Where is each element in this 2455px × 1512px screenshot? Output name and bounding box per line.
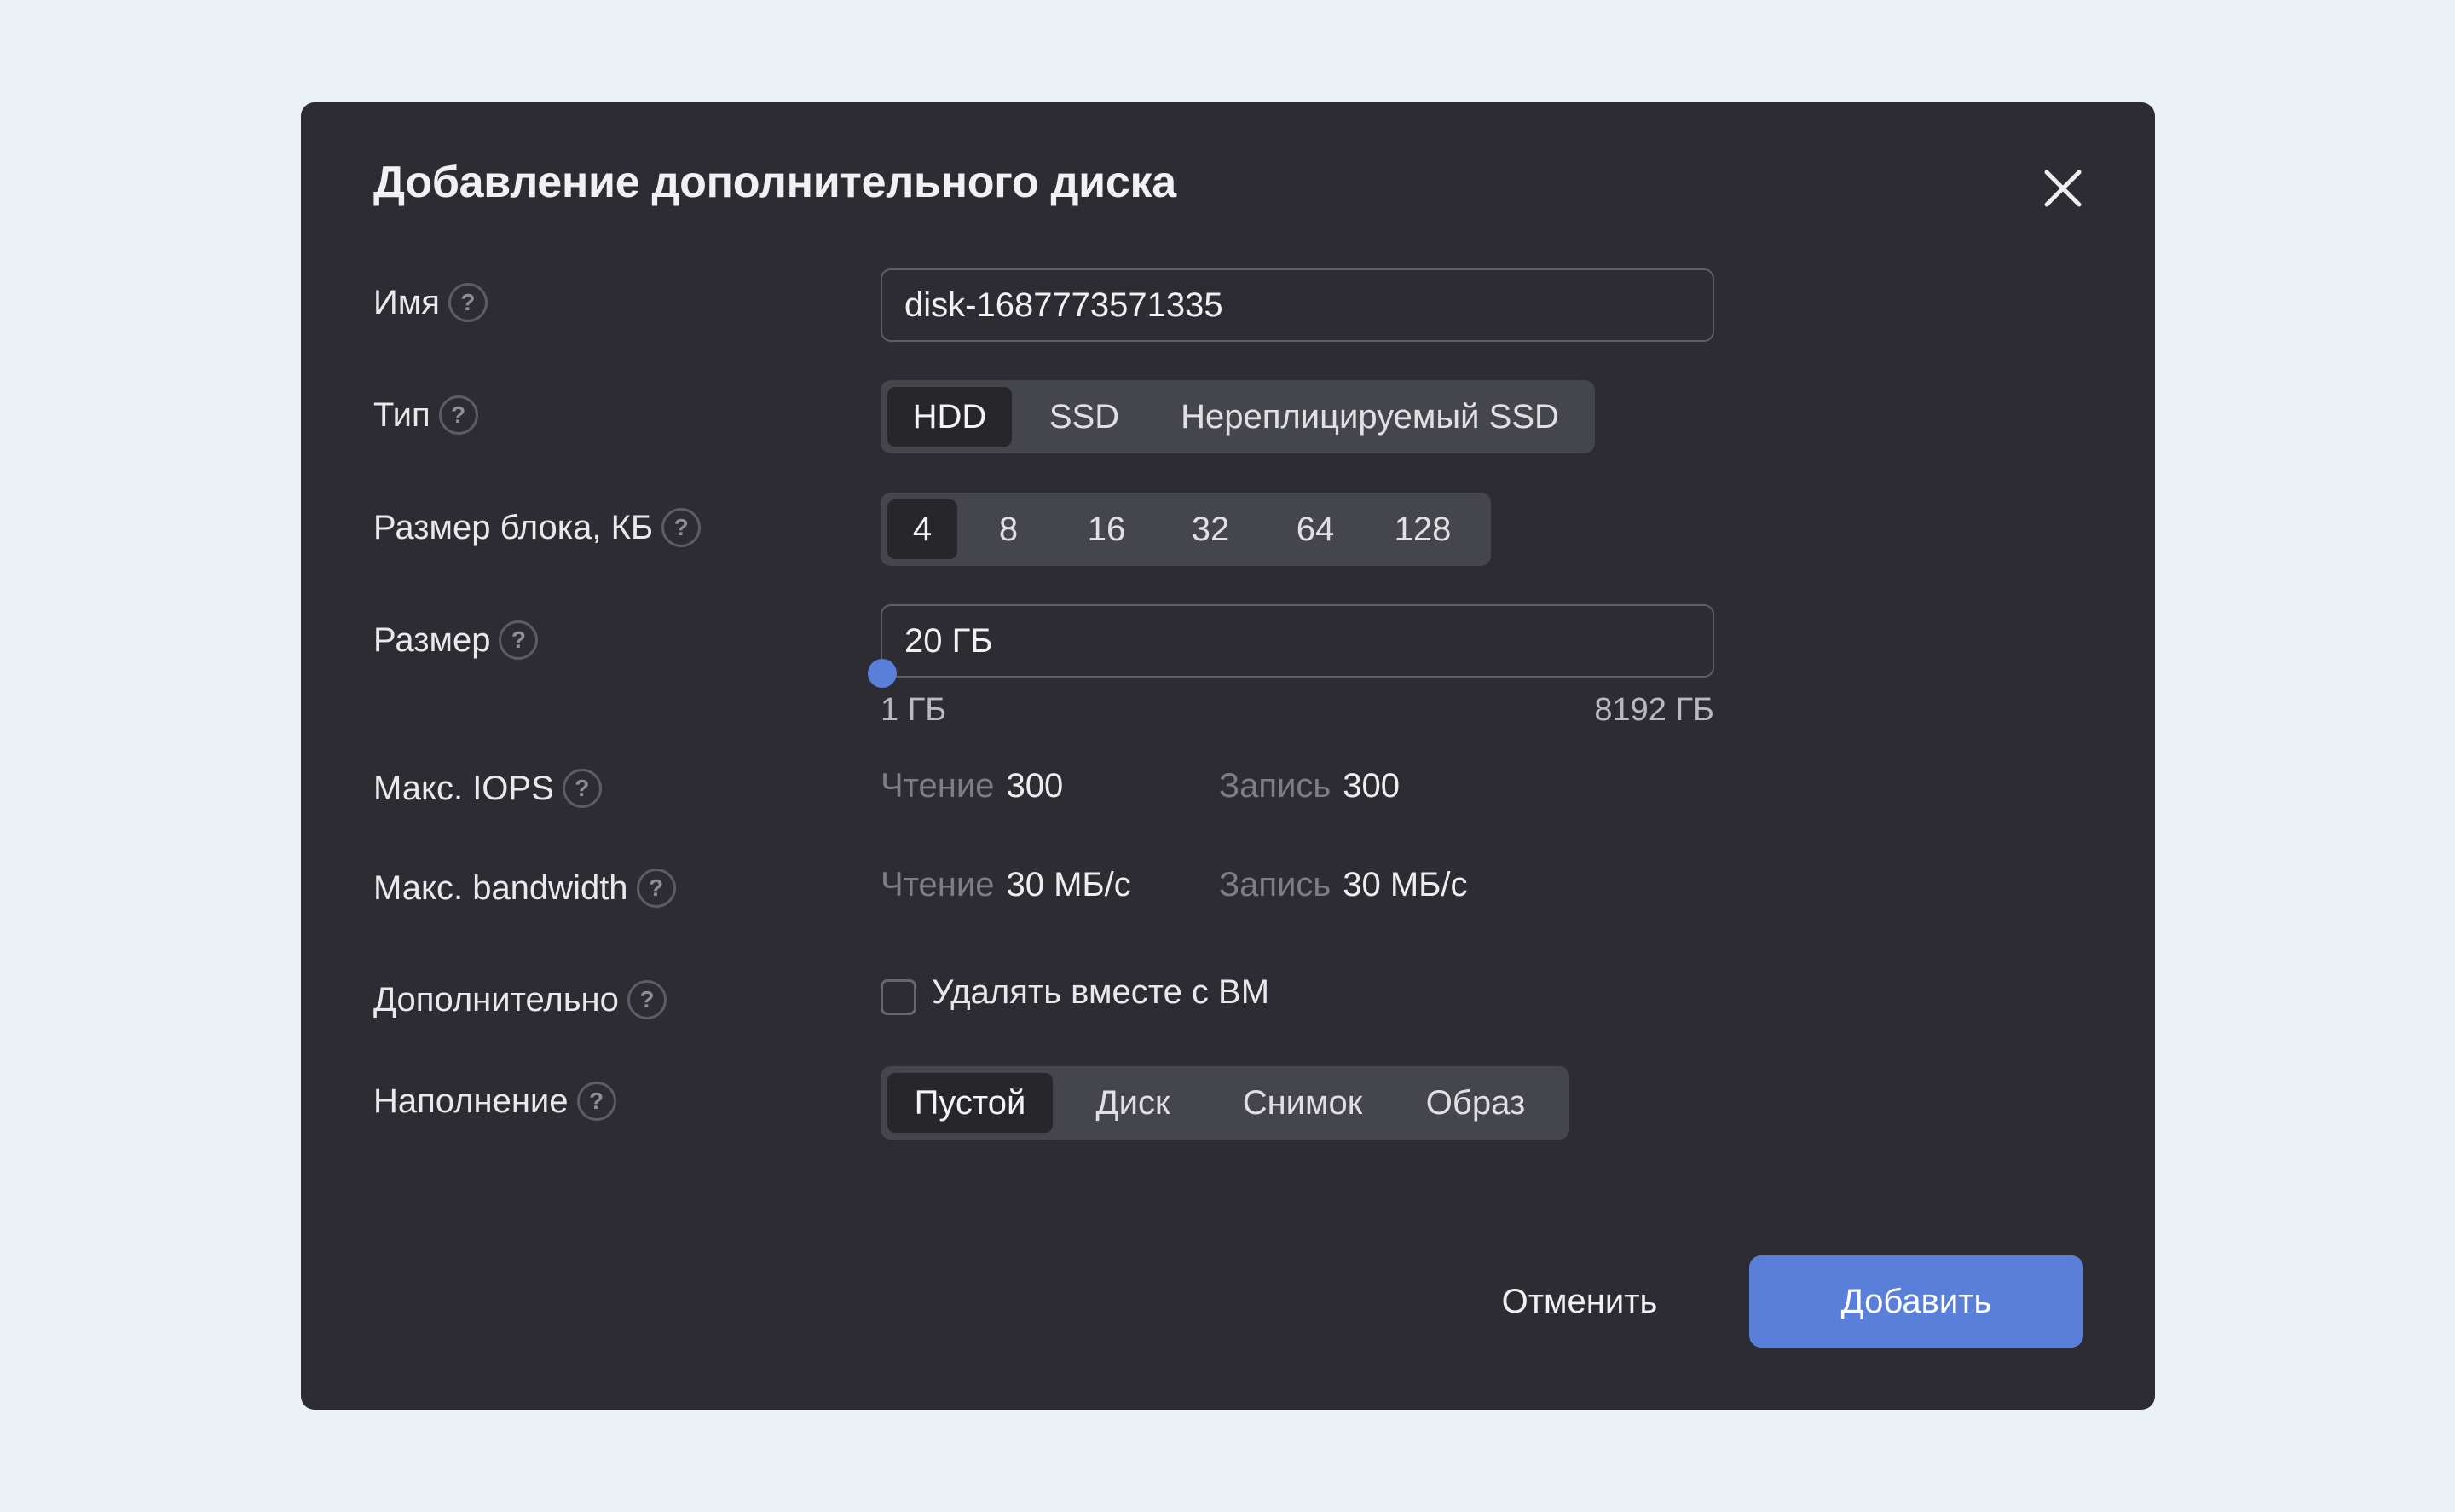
type-help-icon[interactable]: ? bbox=[438, 395, 478, 435]
bandwidth-read: Чтение 30 МБ/с bbox=[881, 866, 1131, 904]
add-disk-dialog: Добавление дополнительного диска Имя ? d… bbox=[301, 102, 2155, 1410]
size-label-row: Размер ? bbox=[373, 615, 539, 666]
block-size-option-128[interactable]: 128 bbox=[1363, 499, 1482, 559]
bandwidth-label: Макс. bandwidth bbox=[373, 869, 628, 907]
type-label-row: Тип ? bbox=[373, 390, 478, 441]
type-option-ssd[interactable]: SSD bbox=[1012, 387, 1157, 447]
name-label: Имя bbox=[373, 283, 440, 321]
add-button[interactable]: Добавить bbox=[1749, 1255, 2083, 1348]
fill-label: Наполнение bbox=[373, 1082, 569, 1120]
bandwidth-help-icon[interactable]: ? bbox=[636, 869, 676, 908]
size-input-value: 20 ГБ bbox=[904, 621, 993, 660]
size-help-icon[interactable]: ? bbox=[499, 620, 539, 660]
size-max-label: 8192 ГБ bbox=[1594, 692, 1714, 728]
bandwidth-write-label: Запись bbox=[1219, 866, 1331, 903]
bandwidth-read-label: Чтение bbox=[881, 866, 995, 903]
type-option-nonreplicated-ssd[interactable]: Нереплицируемый SSD bbox=[1157, 387, 1583, 447]
extra-help-icon[interactable]: ? bbox=[627, 980, 667, 1019]
size-input[interactable]: 20 ГБ bbox=[881, 604, 1714, 678]
iops-read-label: Чтение bbox=[881, 767, 995, 805]
block-size-segmented-control: 4 8 16 32 64 128 bbox=[881, 493, 1491, 566]
delete-with-vm-label[interactable]: Удалять вместе с ВМ bbox=[932, 973, 1269, 1012]
dialog-title: Добавление дополнительного диска bbox=[373, 158, 1176, 207]
fill-option-snapshot[interactable]: Снимок bbox=[1213, 1073, 1392, 1133]
fill-option-empty[interactable]: Пустой bbox=[887, 1073, 1053, 1133]
size-min-label: 1 ГБ bbox=[881, 692, 947, 728]
block-size-option-64[interactable]: 64 bbox=[1268, 499, 1363, 559]
type-label: Тип bbox=[373, 395, 430, 434]
iops-read: Чтение 300 bbox=[881, 767, 1063, 805]
iops-write: Запись 300 bbox=[1219, 767, 1400, 805]
bandwidth-label-row: Макс. bandwidth ? bbox=[373, 863, 676, 914]
block-size-label: Размер блока, КБ bbox=[373, 508, 654, 546]
bandwidth-write-value: 30 МБ/с bbox=[1343, 866, 1468, 903]
name-help-icon[interactable]: ? bbox=[448, 283, 488, 322]
iops-write-label: Запись bbox=[1219, 767, 1331, 805]
block-size-option-32[interactable]: 32 bbox=[1153, 499, 1268, 559]
extra-label: Дополнительно bbox=[373, 980, 619, 1019]
iops-read-value: 300 bbox=[1006, 767, 1064, 805]
size-label: Размер bbox=[373, 620, 491, 659]
block-size-option-8[interactable]: 8 bbox=[957, 499, 1060, 559]
type-option-hdd[interactable]: HDD bbox=[887, 387, 1012, 447]
iops-help-icon[interactable]: ? bbox=[562, 769, 602, 808]
block-size-option-4[interactable]: 4 bbox=[887, 499, 957, 559]
size-slider-handle[interactable] bbox=[868, 659, 897, 688]
fill-label-row: Наполнение ? bbox=[373, 1076, 616, 1127]
fill-option-disk[interactable]: Диск bbox=[1053, 1073, 1213, 1133]
block-size-help-icon[interactable]: ? bbox=[661, 508, 702, 547]
close-icon[interactable] bbox=[2038, 164, 2088, 213]
cancel-button[interactable]: Отменить bbox=[1452, 1255, 1707, 1348]
bandwidth-write: Запись 30 МБ/с bbox=[1219, 866, 1468, 904]
delete-with-vm-checkbox[interactable] bbox=[881, 979, 916, 1015]
iops-label: Макс. IOPS bbox=[373, 769, 554, 807]
fill-option-image[interactable]: Образ bbox=[1392, 1073, 1559, 1133]
block-size-option-16[interactable]: 16 bbox=[1060, 499, 1153, 559]
fill-help-icon[interactable]: ? bbox=[576, 1082, 616, 1121]
block-size-label-row: Размер блока, КБ ? bbox=[373, 502, 702, 553]
fill-segmented-control: Пустой Диск Снимок Образ bbox=[881, 1066, 1569, 1140]
extra-label-row: Дополнительно ? bbox=[373, 974, 667, 1025]
name-input[interactable]: disk-1687773571335 bbox=[881, 268, 1714, 342]
bandwidth-read-value: 30 МБ/с bbox=[1006, 866, 1131, 903]
name-label-row: Имя ? bbox=[373, 277, 488, 328]
type-segmented-control: HDD SSD Нереплицируемый SSD bbox=[881, 380, 1595, 453]
name-input-value: disk-1687773571335 bbox=[904, 286, 1223, 324]
iops-write-value: 300 bbox=[1343, 767, 1400, 805]
iops-label-row: Макс. IOPS ? bbox=[373, 763, 602, 814]
